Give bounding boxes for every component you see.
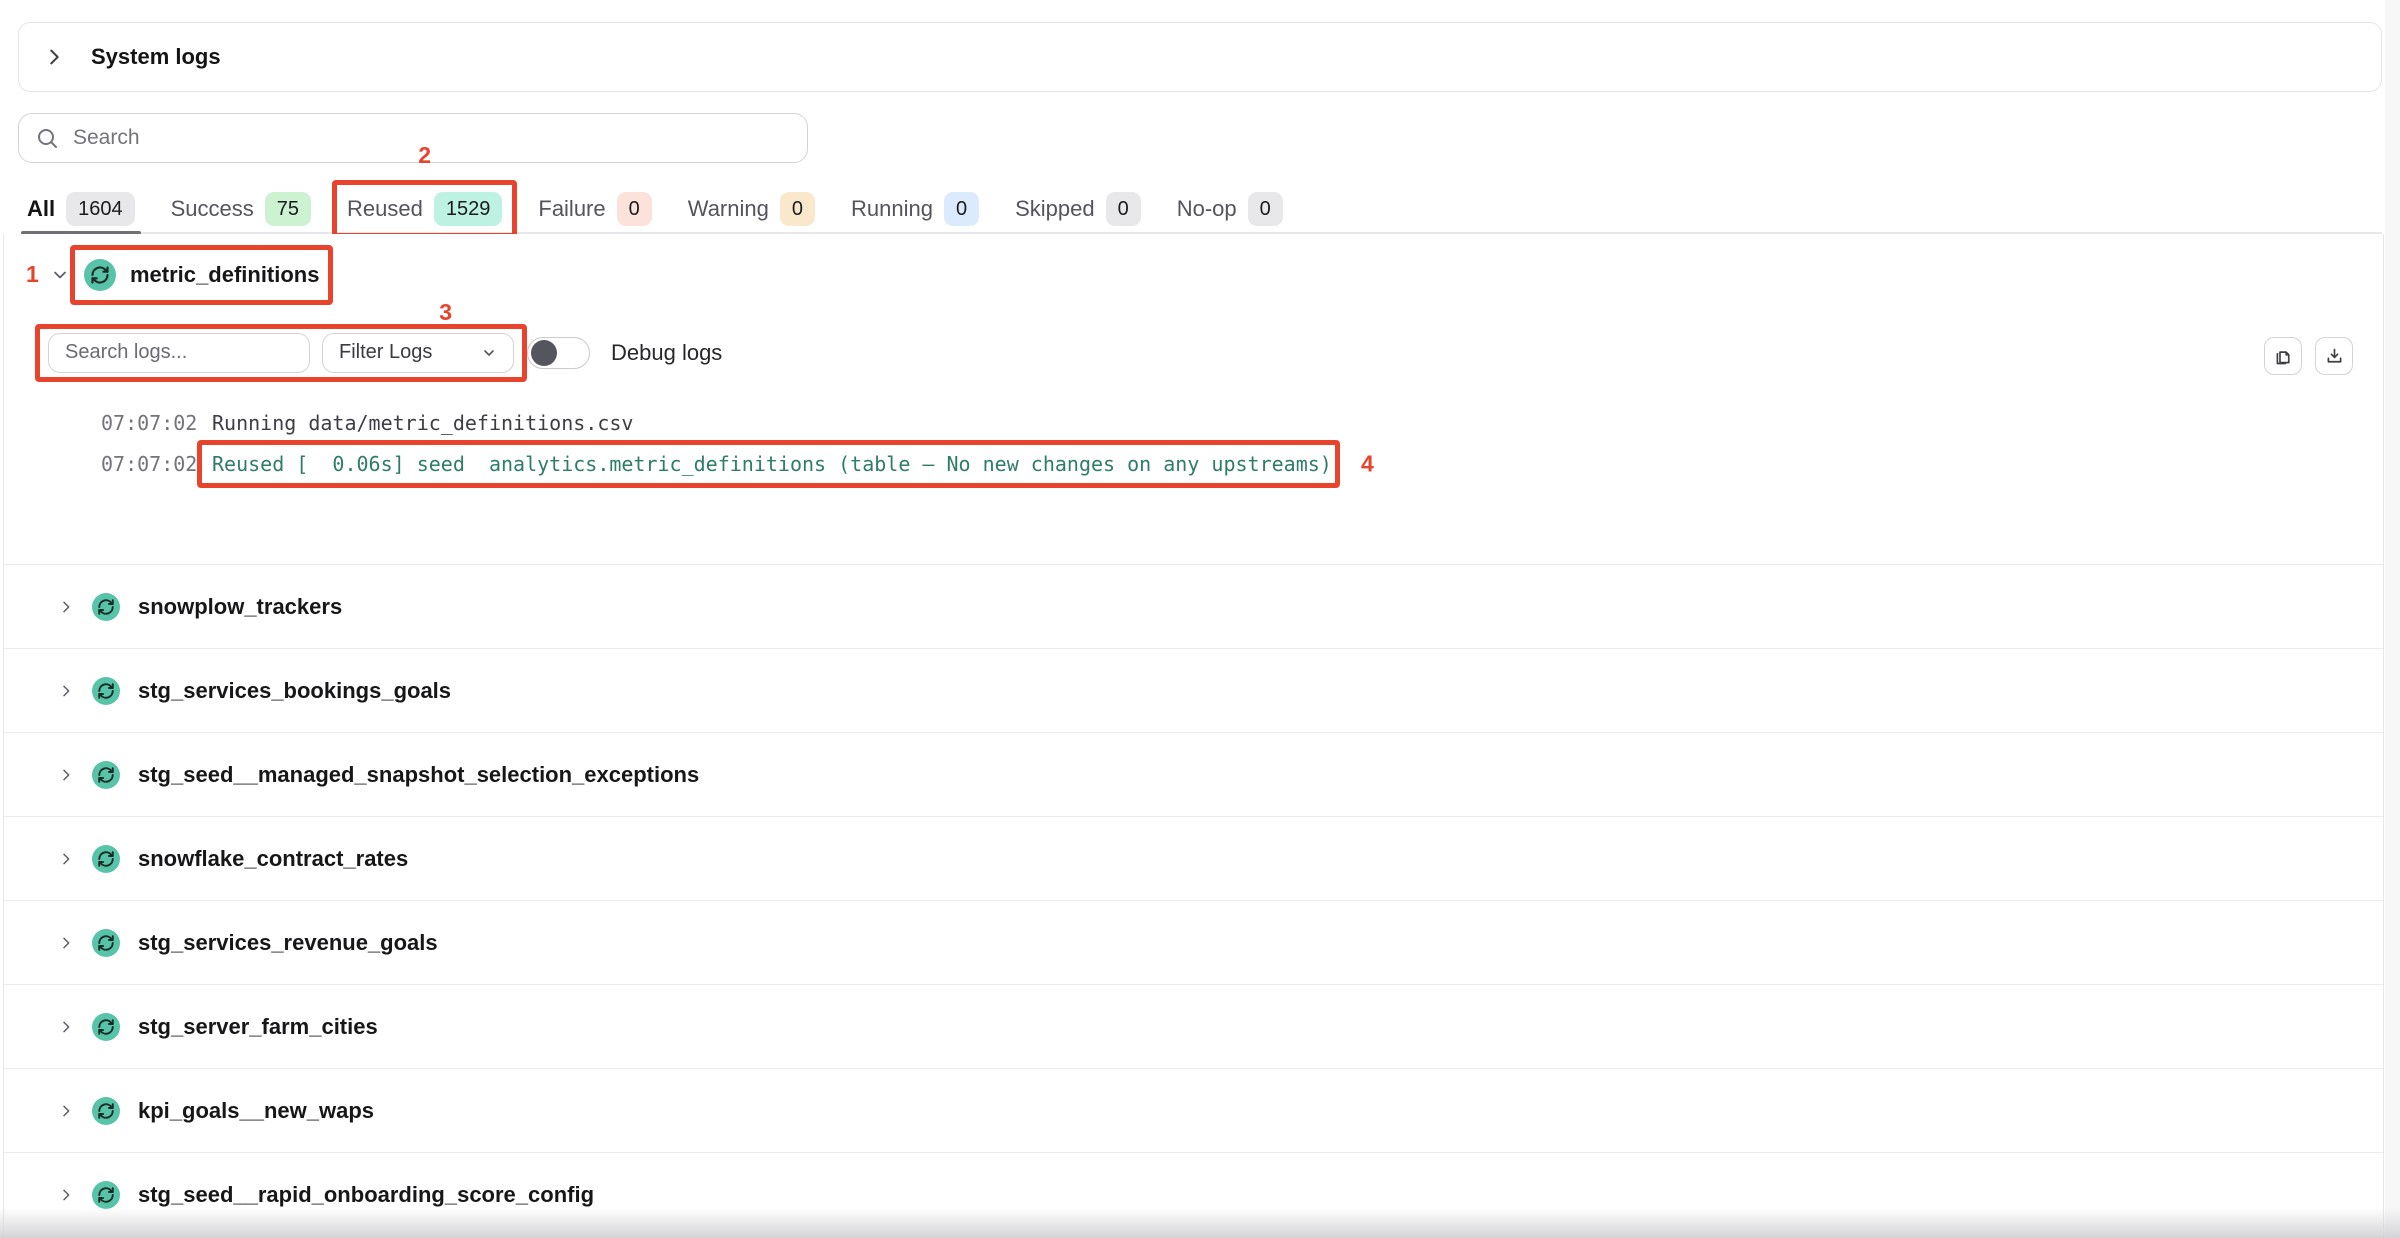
debug-logs-toggle[interactable] bbox=[527, 337, 590, 369]
node-row-stg_seed__managed_snapshot_selection_exceptions[interactable]: stg_seed__managed_snapshot_selection_exc… bbox=[4, 733, 2383, 817]
tab-all[interactable]: All 1604 bbox=[27, 186, 135, 232]
annotation-box-4 bbox=[197, 440, 1340, 488]
expanded-node-title-group: metric_definitions bbox=[80, 257, 323, 293]
annotation-number-4: 4 bbox=[1361, 450, 1374, 477]
annotation-number-3: 3 bbox=[439, 299, 452, 326]
tab-success[interactable]: Success 75 bbox=[171, 186, 311, 232]
node-name: stg_services_bookings_goals bbox=[138, 678, 451, 704]
tab-running[interactable]: Running 0 bbox=[851, 186, 979, 232]
node-name: stg_seed__managed_snapshot_selection_exc… bbox=[138, 762, 699, 788]
node-rows: snowplow_trackers stg_services_bookings_… bbox=[4, 565, 2383, 1237]
global-search[interactable] bbox=[18, 113, 808, 163]
chevron-right-icon[interactable] bbox=[58, 1187, 80, 1203]
node-row-stg_seed__rapid_onboarding_score_config[interactable]: stg_seed__rapid_onboarding_score_config bbox=[4, 1153, 2383, 1237]
tab-label: Success bbox=[171, 196, 254, 222]
chevron-right-icon[interactable] bbox=[58, 767, 80, 783]
tab-count-badge: 1529 bbox=[434, 192, 503, 226]
reused-refresh-icon bbox=[92, 1097, 120, 1125]
filter-logs-label: Filter Logs bbox=[339, 341, 432, 364]
expanded-node-row[interactable]: 1 metric_definitions bbox=[4, 234, 2383, 315]
tab-label: Failure bbox=[538, 196, 605, 222]
tab-label: No-op bbox=[1177, 196, 1237, 222]
node-name: stg_services_revenue_goals bbox=[138, 930, 438, 956]
tab-count-badge: 75 bbox=[265, 192, 311, 226]
node-name: snowflake_contract_rates bbox=[138, 846, 408, 872]
node-name: stg_server_farm_cities bbox=[138, 1014, 378, 1040]
chevron-down-icon bbox=[481, 345, 497, 361]
node-row-stg_services_revenue_goals[interactable]: stg_services_revenue_goals bbox=[4, 901, 2383, 985]
chevron-right-icon[interactable] bbox=[58, 599, 80, 615]
tab-count-badge: 0 bbox=[617, 192, 652, 226]
chevron-right-icon[interactable] bbox=[58, 1103, 80, 1119]
annotation-number-1: 1 bbox=[26, 261, 42, 288]
tab-label: Running bbox=[851, 196, 933, 222]
log-list-container: 1 metric_definitions 3 Filter Logs bbox=[3, 234, 2384, 1238]
reused-refresh-icon bbox=[92, 845, 120, 873]
status-tabs: All 1604 Success 75 Reused 1529 2 Failur… bbox=[27, 186, 2382, 234]
chevron-right-icon[interactable] bbox=[58, 935, 80, 951]
toggle-knob bbox=[531, 340, 557, 366]
search-icon bbox=[35, 126, 59, 150]
reused-refresh-icon bbox=[92, 1181, 120, 1209]
page-title: System logs bbox=[91, 44, 221, 70]
chevron-right-icon[interactable] bbox=[43, 46, 65, 68]
reused-refresh-icon bbox=[84, 259, 116, 291]
log-toolbar: 3 Filter Logs Debug logs bbox=[4, 315, 2383, 390]
chevron-down-icon[interactable] bbox=[50, 265, 70, 285]
tab-no-op[interactable]: No-op 0 bbox=[1177, 186, 1283, 232]
log-timestamp: 07:07:02 bbox=[101, 452, 205, 476]
system-logs-header-card[interactable]: System logs bbox=[18, 22, 2382, 92]
expanded-node-name: metric_definitions bbox=[130, 262, 319, 288]
tab-failure[interactable]: Failure 0 bbox=[538, 186, 651, 232]
tab-count-badge: 0 bbox=[780, 192, 815, 226]
node-row-stg_services_bookings_goals[interactable]: stg_services_bookings_goals bbox=[4, 649, 2383, 733]
reused-refresh-icon bbox=[92, 593, 120, 621]
reused-refresh-icon bbox=[92, 1013, 120, 1041]
log-filter-group: 3 Filter Logs bbox=[48, 333, 514, 373]
tab-warning[interactable]: Warning 0 bbox=[688, 186, 815, 232]
node-row-snowplow_trackers[interactable]: snowplow_trackers bbox=[4, 565, 2383, 649]
reused-refresh-icon bbox=[92, 761, 120, 789]
download-logs-button[interactable] bbox=[2315, 337, 2353, 375]
node-name: kpi_goals__new_waps bbox=[138, 1098, 374, 1124]
debug-logs-label: Debug logs bbox=[611, 340, 722, 366]
node-name: stg_seed__rapid_onboarding_score_config bbox=[138, 1182, 594, 1208]
tab-count-badge: 0 bbox=[944, 192, 979, 226]
chevron-right-icon[interactable] bbox=[58, 683, 80, 699]
node-row-stg_server_farm_cities[interactable]: stg_server_farm_cities bbox=[4, 985, 2383, 1069]
log-line: 07:07:02 Reused [ 0.06s] seed analytics.… bbox=[4, 443, 2383, 484]
log-message: Running data/metric_definitions.csv bbox=[205, 411, 633, 435]
tab-count-badge: 0 bbox=[1248, 192, 1283, 226]
reused-refresh-icon bbox=[92, 677, 120, 705]
tab-label: Warning bbox=[688, 196, 769, 222]
tab-label: Reused bbox=[347, 196, 423, 222]
tab-reused[interactable]: Reused 1529 2 bbox=[347, 186, 502, 232]
search-input[interactable] bbox=[73, 126, 807, 150]
tab-label: All bbox=[27, 196, 55, 222]
tab-count-badge: 0 bbox=[1106, 192, 1141, 226]
copy-icon bbox=[2273, 346, 2294, 367]
log-line: 07:07:02 Running data/metric_definitions… bbox=[4, 402, 2383, 443]
node-row-snowflake_contract_rates[interactable]: snowflake_contract_rates bbox=[4, 817, 2383, 901]
tab-label: Skipped bbox=[1015, 196, 1095, 222]
chevron-right-icon[interactable] bbox=[58, 851, 80, 867]
reused-refresh-icon bbox=[92, 929, 120, 957]
chevron-right-icon[interactable] bbox=[58, 1019, 80, 1035]
node-row-kpi_goals__new_waps[interactable]: kpi_goals__new_waps bbox=[4, 1069, 2383, 1153]
tab-count-badge: 1604 bbox=[66, 192, 135, 226]
filter-logs-select[interactable]: Filter Logs bbox=[322, 333, 514, 373]
page-right-gutter bbox=[2385, 0, 2400, 1238]
copy-logs-button[interactable] bbox=[2264, 337, 2302, 375]
log-search-input[interactable] bbox=[48, 333, 310, 373]
node-name: snowplow_trackers bbox=[138, 594, 342, 620]
log-output: 07:07:02 Running data/metric_definitions… bbox=[4, 390, 2383, 565]
download-icon bbox=[2324, 346, 2345, 367]
annotation-number-2: 2 bbox=[418, 142, 431, 169]
log-message: Reused [ 0.06s] seed analytics.metric_de… bbox=[205, 452, 1332, 476]
log-timestamp: 07:07:02 bbox=[101, 411, 205, 435]
tab-skipped[interactable]: Skipped 0 bbox=[1015, 186, 1141, 232]
